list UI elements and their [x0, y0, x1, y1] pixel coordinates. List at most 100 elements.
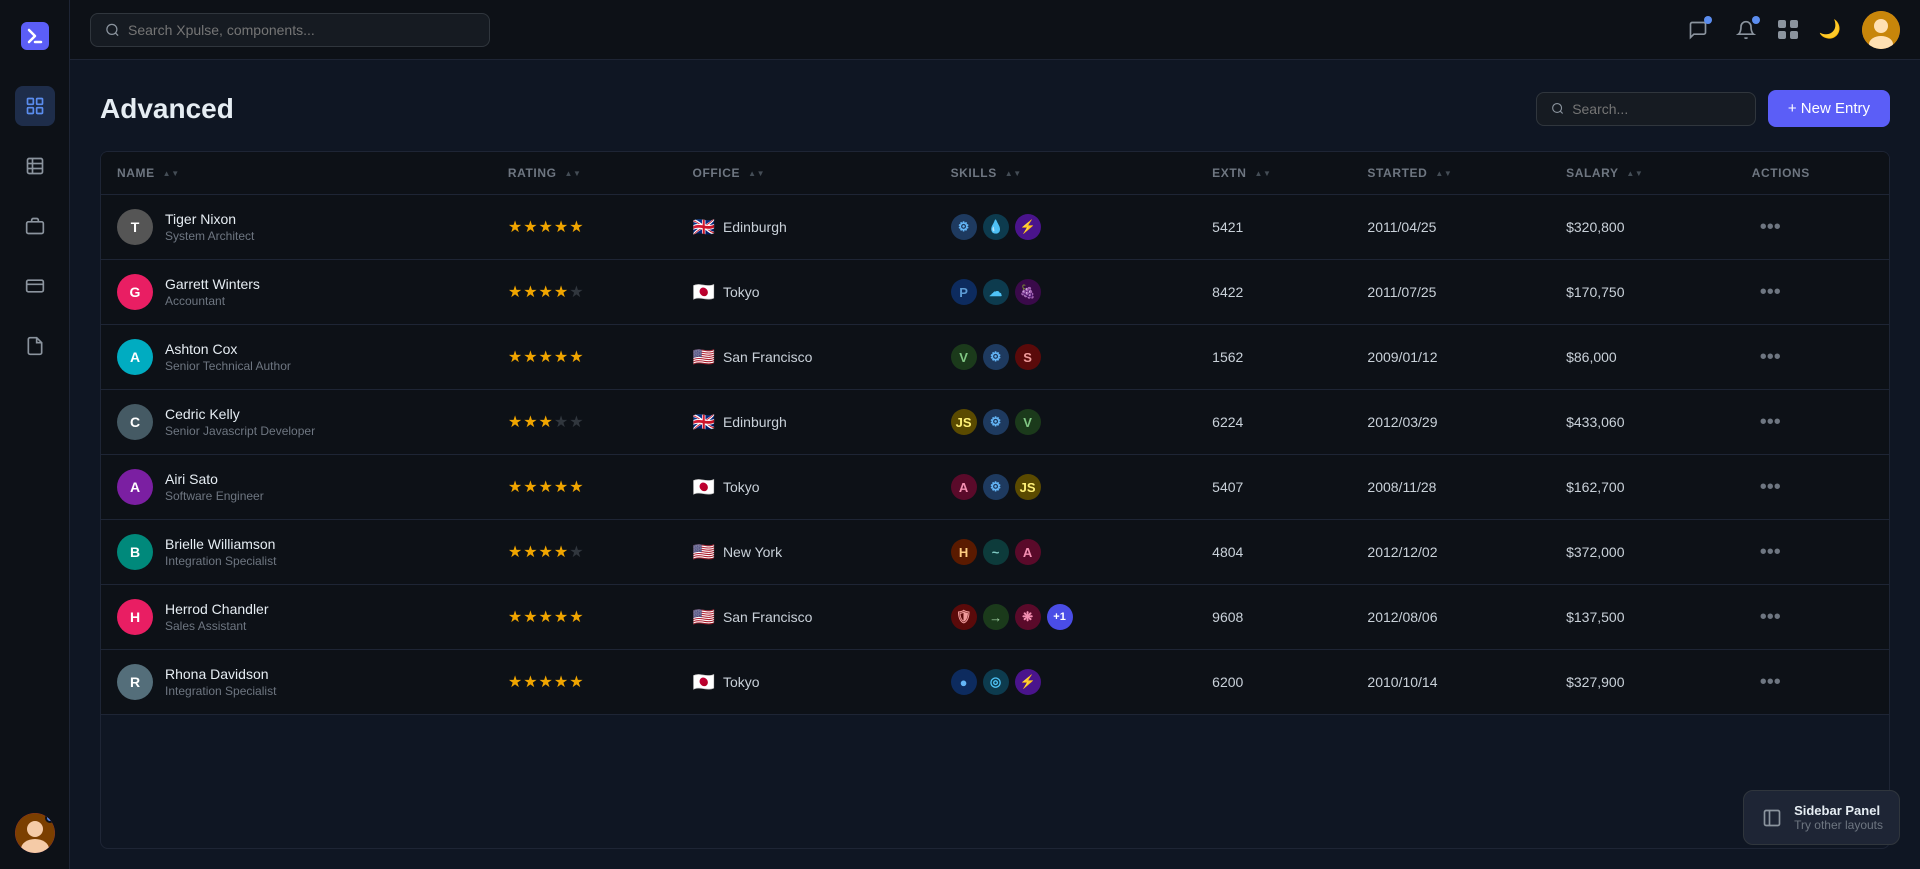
apps-grid-icon[interactable]: [1778, 20, 1798, 39]
row-avatar: H: [117, 599, 153, 635]
chat-icon[interactable]: [1682, 14, 1714, 46]
skill-icon: A: [951, 474, 977, 500]
skill-icon: P: [951, 279, 977, 305]
table-search-box[interactable]: [1536, 92, 1756, 126]
skill-icon: ⚙: [983, 474, 1009, 500]
skill-icon: ⚙: [983, 344, 1009, 370]
header-actions: + New Entry: [1536, 90, 1890, 127]
office-name: Edinburgh: [723, 219, 787, 235]
skill-icon: S: [1015, 344, 1041, 370]
col-skills[interactable]: SKILLS ▲▼: [935, 152, 1197, 195]
skill-extra-badge: +1: [1047, 604, 1073, 630]
rating-stars: ★★★★★: [508, 284, 585, 301]
row-actions-button[interactable]: •••: [1752, 407, 1789, 438]
cell-started: 2012/03/29: [1351, 390, 1550, 455]
employee-name: Tiger Nixon: [165, 211, 254, 227]
page-title: Advanced: [100, 93, 234, 125]
cell-rating: ★★★★★: [492, 585, 677, 650]
office-flag: 🇺🇸: [693, 607, 715, 628]
col-extn[interactable]: EXTN ▲▼: [1196, 152, 1351, 195]
sidebar-item-briefcase[interactable]: [15, 206, 55, 246]
theme-toggle[interactable]: 🌙: [1814, 14, 1846, 46]
cell-salary: $320,800: [1550, 195, 1736, 260]
sidebar-panel-icon: [1760, 806, 1784, 830]
skill-icon: V: [1015, 409, 1041, 435]
skill-icon: V: [951, 344, 977, 370]
col-rating[interactable]: RATING ▲▼: [492, 152, 677, 195]
global-search-input[interactable]: [128, 22, 475, 38]
cell-office: 🇯🇵 Tokyo: [677, 455, 935, 520]
row-actions-button[interactable]: •••: [1752, 602, 1789, 633]
user-avatar[interactable]: [1862, 11, 1900, 49]
rating-stars: ★★★★★: [508, 544, 585, 561]
row-avatar: A: [117, 469, 153, 505]
rating-stars: ★★★★★: [508, 674, 585, 691]
sidebar-item-grid[interactable]: [15, 146, 55, 186]
cell-rating: ★★★★★: [492, 455, 677, 520]
col-salary[interactable]: SALARY ▲▼: [1550, 152, 1736, 195]
bell-icon[interactable]: [1730, 14, 1762, 46]
cell-actions: •••: [1736, 585, 1889, 650]
cell-actions: •••: [1736, 260, 1889, 325]
sidebar-panel-hint[interactable]: Sidebar Panel Try other layouts: [1743, 790, 1900, 845]
office-flag: 🇬🇧: [693, 412, 715, 433]
skill-icon: ☁: [983, 279, 1009, 305]
rating-stars: ★★★★★: [508, 609, 585, 626]
row-actions-button[interactable]: •••: [1752, 342, 1789, 373]
office-name: San Francisco: [723, 609, 812, 625]
row-actions-button[interactable]: •••: [1752, 472, 1789, 503]
cell-started: 2012/12/02: [1351, 520, 1550, 585]
employee-role: System Architect: [165, 229, 254, 243]
cell-extn: 5421: [1196, 195, 1351, 260]
rating-stars: ★★★★★: [508, 219, 585, 236]
skill-icon: ⚙: [983, 409, 1009, 435]
skill-icon: 💧: [983, 214, 1009, 240]
cell-rating: ★★★★★: [492, 650, 677, 715]
topbar-actions: 🌙: [1682, 11, 1900, 49]
employee-role: Senior Javascript Developer: [165, 424, 315, 438]
employee-name: Ashton Cox: [165, 341, 291, 357]
office-flag: 🇺🇸: [693, 347, 715, 368]
app-logo[interactable]: [15, 16, 55, 56]
row-actions-button[interactable]: •••: [1752, 537, 1789, 568]
sidebar-item-card[interactable]: [15, 266, 55, 306]
sidebar-user-avatar[interactable]: [15, 813, 55, 853]
bell-notification-dot: [1752, 16, 1760, 24]
col-name[interactable]: NAME ▲▼: [101, 152, 492, 195]
employee-role: Integration Specialist: [165, 684, 276, 698]
row-actions-button[interactable]: •••: [1752, 212, 1789, 243]
row-actions-button[interactable]: •••: [1752, 277, 1789, 308]
cell-actions: •••: [1736, 195, 1889, 260]
skill-icon: ⚡: [1015, 669, 1041, 695]
office-name: Tokyo: [723, 674, 760, 690]
new-entry-button[interactable]: + New Entry: [1768, 90, 1890, 127]
table-row: G Garrett Winters Accountant ★★★★★ 🇯🇵 To…: [101, 260, 1889, 325]
sidebar-item-note[interactable]: [15, 326, 55, 366]
skill-icon: ⚙: [951, 214, 977, 240]
office-flag: 🇯🇵: [693, 477, 715, 498]
employee-role: Software Engineer: [165, 489, 264, 503]
col-started[interactable]: STARTED ▲▼: [1351, 152, 1550, 195]
cell-name: A Ashton Cox Senior Technical Author: [101, 325, 492, 390]
topbar: 🌙: [70, 0, 1920, 60]
employee-role: Integration Specialist: [165, 554, 276, 568]
table-row: B Brielle Williamson Integration Special…: [101, 520, 1889, 585]
cell-office: 🇬🇧 Edinburgh: [677, 390, 935, 455]
row-actions-button[interactable]: •••: [1752, 667, 1789, 698]
sidebar-item-dashboard[interactable]: [15, 86, 55, 126]
row-avatar: A: [117, 339, 153, 375]
global-search-box[interactable]: [90, 13, 490, 47]
office-name: Tokyo: [723, 479, 760, 495]
cell-skills: ⚙💧⚡: [935, 195, 1197, 260]
col-office[interactable]: OFFICE ▲▼: [677, 152, 935, 195]
table-header: NAME ▲▼ RATING ▲▼ OFFICE ▲▼ SKILLS ▲▼ EX…: [101, 152, 1889, 195]
table-search-input[interactable]: [1572, 101, 1741, 117]
avatar-notification-dot: [45, 813, 55, 823]
cell-actions: •••: [1736, 520, 1889, 585]
cell-office: 🇺🇸 San Francisco: [677, 325, 935, 390]
skill-icon: H: [951, 539, 977, 565]
table-row: T Tiger Nixon System Architect ★★★★★ 🇬🇧 …: [101, 195, 1889, 260]
cell-office: 🇺🇸 New York: [677, 520, 935, 585]
cell-name: T Tiger Nixon System Architect: [101, 195, 492, 260]
employee-role: Senior Technical Author: [165, 359, 291, 373]
